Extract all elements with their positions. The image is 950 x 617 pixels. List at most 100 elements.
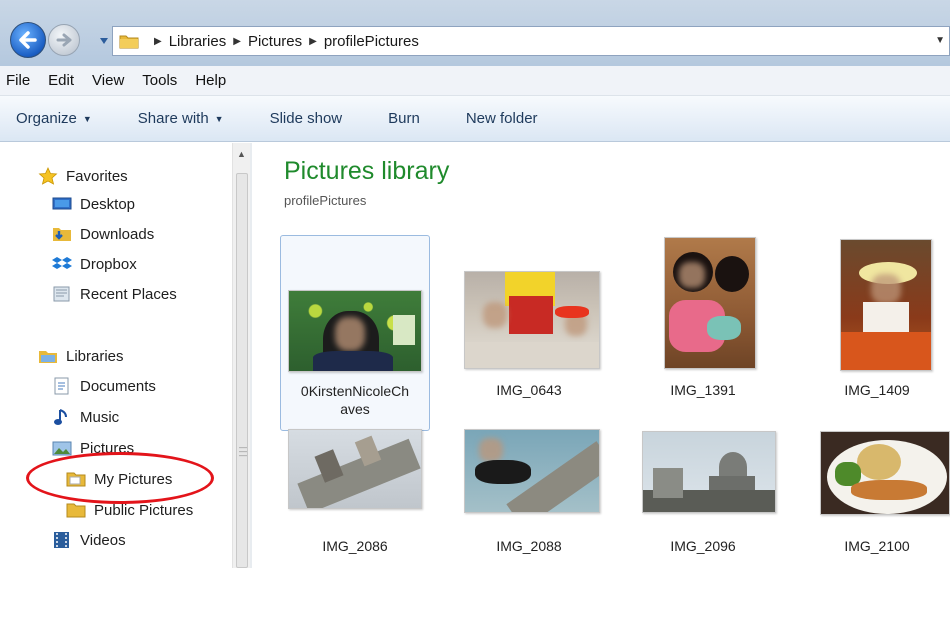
thumbnail-image [288, 429, 422, 509]
dropbox-icon [52, 255, 72, 273]
sidebar-item-label: Recent Places [80, 285, 177, 303]
scroll-up-icon[interactable]: ▲ [237, 149, 246, 159]
sidebar-item-label: Public Pictures [94, 501, 194, 519]
sidebar-item-label: My Pictures [94, 470, 173, 488]
libraries-icon [38, 347, 58, 365]
thumbnail-image [288, 290, 422, 372]
navigation-scrollbar[interactable]: ▲ — — — [232, 143, 250, 568]
sidebar-item-dropbox[interactable]: Dropbox [52, 251, 137, 277]
file-name-continued: aves [340, 401, 370, 417]
file-item[interactable]: IMG_2086 [280, 421, 430, 617]
navigation-pane: Favorites Desktop Downloads Dropbox Rece… [0, 143, 232, 568]
folder-icon [66, 470, 86, 488]
sidebar-item-label: Downloads [80, 225, 155, 243]
scrollbar-thumb[interactable]: — — — [236, 173, 248, 568]
pictures-icon [52, 439, 72, 457]
thumbnail-image [642, 431, 776, 513]
menu-bar: File Edit View Tools Help [0, 66, 950, 96]
folder-icon [119, 33, 139, 49]
sidebar-item-label: Music [80, 408, 120, 426]
thumbnail-image [464, 429, 600, 513]
library-subtitle: profilePictures [284, 193, 367, 208]
slide-show-button[interactable]: Slide show [270, 110, 343, 127]
file-item[interactable]: IMG_2096 [628, 421, 778, 617]
file-list: Pictures library profilePictures 0Kirste… [252, 143, 950, 568]
recent-pages-dropdown-icon[interactable] [100, 38, 108, 44]
library-title: Pictures library [284, 157, 450, 185]
organize-button[interactable]: Organize ▼ [16, 110, 92, 127]
address-bar-area: ▶ Libraries ▶ Pictures ▶ profilePictures… [0, 0, 950, 66]
back-button[interactable] [10, 22, 46, 58]
file-name: IMG_2086 [322, 538, 388, 554]
breadcrumb-profilepictures[interactable]: profilePictures [324, 33, 419, 50]
sidebar-item-videos[interactable]: Videos [52, 527, 126, 553]
grip-icon: — — — [239, 443, 247, 460]
recent-places-icon [52, 285, 72, 303]
thumbnail-image [840, 239, 932, 371]
menu-view[interactable]: View [92, 72, 124, 89]
menu-help[interactable]: Help [195, 72, 226, 89]
breadcrumb-separator-icon[interactable]: ▶ [233, 36, 241, 47]
share-with-label: Share with [137, 110, 209, 127]
file-item[interactable]: IMG_2088 [454, 421, 604, 617]
breadcrumb-separator-icon[interactable]: ▶ [154, 36, 162, 47]
breadcrumb-libraries[interactable]: Libraries [169, 33, 227, 50]
thumbnail-image [820, 431, 950, 515]
command-bar: Organize ▼ Share with ▼ Slide show Burn … [0, 96, 950, 142]
sidebar-item-documents[interactable]: Documents [52, 373, 156, 399]
file-item[interactable]: IMG_1409 [802, 235, 950, 431]
menu-tools[interactable]: Tools [142, 72, 177, 89]
sidebar-item-libraries[interactable]: Libraries [38, 343, 124, 369]
chevron-down-icon: ▼ [82, 113, 92, 124]
forward-button[interactable] [48, 24, 80, 56]
thumbnail-image [464, 271, 600, 369]
burn-button[interactable]: Burn [388, 110, 420, 127]
file-name: IMG_1409 [844, 382, 910, 398]
file-item[interactable]: IMG_2100 [802, 421, 950, 617]
sidebar-item-label: Libraries [66, 347, 124, 365]
sidebar-item-my-pictures[interactable]: My Pictures [66, 466, 172, 492]
sidebar-item-label: Documents [80, 377, 156, 395]
file-name: 0KirstenNicoleCh [300, 383, 410, 399]
folder-icon [66, 501, 86, 519]
sidebar-item-label: Favorites [66, 167, 128, 185]
file-item[interactable]: 0KirstenNicoleCh aves [280, 235, 430, 431]
desktop-icon [52, 195, 72, 213]
sidebar-item-label: Dropbox [80, 255, 137, 273]
share-with-button[interactable]: Share with ▼ [138, 110, 224, 127]
sidebar-item-label: Desktop [80, 195, 136, 213]
file-name: IMG_2096 [670, 538, 736, 554]
star-icon [38, 167, 58, 185]
organize-label: Organize [16, 110, 77, 127]
sidebar-item-desktop[interactable]: Desktop [52, 191, 135, 217]
new-folder-button[interactable]: New folder [466, 110, 538, 127]
address-field[interactable]: ▶ Libraries ▶ Pictures ▶ profilePictures… [112, 26, 950, 56]
breadcrumb-pictures[interactable]: Pictures [248, 33, 302, 50]
sidebar-item-downloads[interactable]: Downloads [52, 221, 154, 247]
back-arrow-icon [19, 31, 37, 49]
documents-icon [52, 377, 72, 395]
breadcrumb-separator-icon[interactable]: ▶ [309, 36, 317, 47]
sidebar-item-pictures[interactable]: Pictures [52, 435, 134, 461]
music-icon [52, 408, 72, 426]
downloads-icon [52, 225, 72, 243]
address-dropdown-icon[interactable]: ▼ [935, 35, 945, 46]
sidebar-item-favorites[interactable]: Favorites [38, 163, 128, 189]
file-name: IMG_1391 [670, 382, 736, 398]
file-item[interactable]: IMG_1391 [628, 235, 778, 431]
file-name: IMG_0643 [496, 382, 562, 398]
videos-icon [52, 531, 72, 549]
file-item[interactable]: IMG_0643 [454, 235, 604, 431]
thumbnail-image [664, 237, 756, 369]
file-name: IMG_2100 [844, 538, 910, 554]
forward-arrow-icon [56, 33, 72, 47]
sidebar-item-recent-places[interactable]: Recent Places [52, 281, 177, 307]
menu-file[interactable]: File [6, 72, 30, 89]
file-name: IMG_2088 [496, 538, 562, 554]
sidebar-item-public-pictures[interactable]: Public Pictures [66, 497, 193, 523]
sidebar-item-music[interactable]: Music [52, 404, 119, 430]
sidebar-item-label: Videos [80, 531, 126, 549]
menu-edit[interactable]: Edit [48, 72, 74, 89]
sidebar-item-label: Pictures [80, 439, 135, 457]
chevron-down-icon: ▼ [214, 113, 224, 124]
